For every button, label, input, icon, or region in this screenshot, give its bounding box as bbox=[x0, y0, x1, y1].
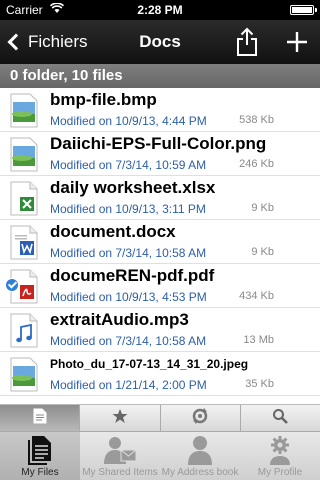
back-button-label: Fichiers bbox=[28, 32, 88, 51]
filter-favorites-button[interactable] bbox=[80, 405, 161, 431]
file-row[interactable]: daily worksheet.xlsx Modified on 10/9/13… bbox=[0, 176, 320, 220]
file-size: 9 Kb bbox=[251, 202, 274, 214]
file-row[interactable]: Photo_du_17-07-13_14_31_20.jpeg Modified… bbox=[0, 352, 320, 396]
file-name: extraitAudio.mp3 bbox=[50, 310, 189, 329]
file-modified-date: Modified on 10/9/13, 3:11 PM bbox=[50, 202, 206, 216]
file-modified-date: Modified on 7/3/14, 10:58 AM bbox=[50, 246, 207, 260]
sync-icon bbox=[191, 407, 209, 430]
clock: 2:28 PM bbox=[137, 3, 183, 17]
tab-bar: My Files My Shared Items My Address book… bbox=[0, 431, 320, 480]
selected-check-icon bbox=[5, 278, 19, 292]
file-size: 35 Kb bbox=[245, 378, 274, 390]
audio-file-icon bbox=[10, 313, 38, 348]
word-file-icon bbox=[10, 225, 38, 260]
file-size: 246 Kb bbox=[239, 158, 274, 170]
tab-my-address-book[interactable]: My Address book bbox=[160, 432, 240, 480]
back-button[interactable]: Fichiers bbox=[6, 20, 88, 64]
navigation-bar: Fichiers Docs bbox=[0, 20, 320, 64]
share-icon[interactable] bbox=[232, 26, 262, 58]
file-size: 434 Kb bbox=[239, 290, 274, 302]
file-name: Photo_du_17-07-13_14_31_20.jpeg bbox=[50, 357, 249, 371]
file-name: document.docx bbox=[50, 222, 176, 241]
excel-file-icon bbox=[10, 181, 38, 216]
tab-label: My Address book bbox=[161, 467, 239, 478]
file-modified-date: Modified on 7/3/14, 10:59 AM bbox=[50, 158, 207, 172]
file-row[interactable]: Daiichi-EPS-Full-Color.png Modified on 7… bbox=[0, 132, 320, 176]
tab-my-shared-items[interactable]: My Shared Items bbox=[80, 432, 160, 480]
shared-items-icon bbox=[80, 435, 160, 465]
file-name: Daiichi-EPS-Full-Color.png bbox=[50, 134, 267, 153]
file-size: 538 Kb bbox=[239, 114, 274, 126]
plus-icon[interactable] bbox=[282, 26, 312, 58]
filter-toolbar bbox=[0, 404, 320, 431]
tab-label: My Shared Items bbox=[82, 467, 158, 478]
chevron-left-icon bbox=[7, 33, 25, 51]
file-row[interactable]: documeREN-pdf.pdf Modified on 10/9/13, 4… bbox=[0, 264, 320, 308]
filter-sync-button[interactable] bbox=[161, 405, 241, 431]
file-list: bmp-file.bmp Modified on 10/9/13, 4:44 P… bbox=[0, 88, 320, 404]
file-row[interactable]: document.docx Modified on 7/3/14, 10:58 … bbox=[0, 220, 320, 264]
image-file-icon bbox=[10, 357, 38, 392]
file-modified-date: Modified on 1/21/14, 2:00 PM bbox=[50, 378, 207, 392]
file-modified-date: Modified on 10/9/13, 4:44 PM bbox=[50, 114, 207, 128]
tab-label: My Profile bbox=[257, 467, 303, 478]
file-name: daily worksheet.xlsx bbox=[50, 178, 216, 197]
image-file-icon bbox=[10, 137, 38, 172]
folder-summary-header: 0 folder, 10 files bbox=[0, 64, 320, 88]
tab-my-profile[interactable]: My Profile bbox=[240, 432, 320, 480]
file-row[interactable]: extraitAudio.mp3 Modified on 7/3/14, 10:… bbox=[0, 308, 320, 352]
filter-search-button[interactable] bbox=[241, 405, 320, 431]
file-size: 13 Mb bbox=[243, 334, 274, 346]
file-row[interactable]: bmp-file.bmp Modified on 10/9/13, 4:44 P… bbox=[0, 88, 320, 132]
search-icon bbox=[272, 408, 289, 429]
tab-my-files[interactable]: My Files bbox=[0, 432, 80, 480]
files-icon bbox=[0, 435, 80, 465]
tab-label: My Files bbox=[21, 467, 59, 478]
file-name: bmp-file.bmp bbox=[50, 90, 157, 109]
status-bar: Carrier 2:28 PM bbox=[0, 0, 320, 20]
file-modified-date: Modified on 7/3/14, 10:58 AM bbox=[50, 334, 207, 348]
address-book-icon bbox=[160, 435, 240, 465]
image-file-icon bbox=[10, 93, 38, 128]
file-modified-date: Modified on 10/9/13, 4:53 PM bbox=[50, 290, 207, 304]
file-size: 9 Kb bbox=[251, 246, 274, 258]
filter-all-files-button[interactable] bbox=[0, 405, 81, 431]
file-name: documeREN-pdf.pdf bbox=[50, 266, 215, 285]
star-icon bbox=[112, 408, 128, 429]
profile-gear-icon bbox=[240, 435, 320, 465]
document-icon bbox=[33, 408, 47, 429]
battery-icon bbox=[290, 5, 317, 15]
